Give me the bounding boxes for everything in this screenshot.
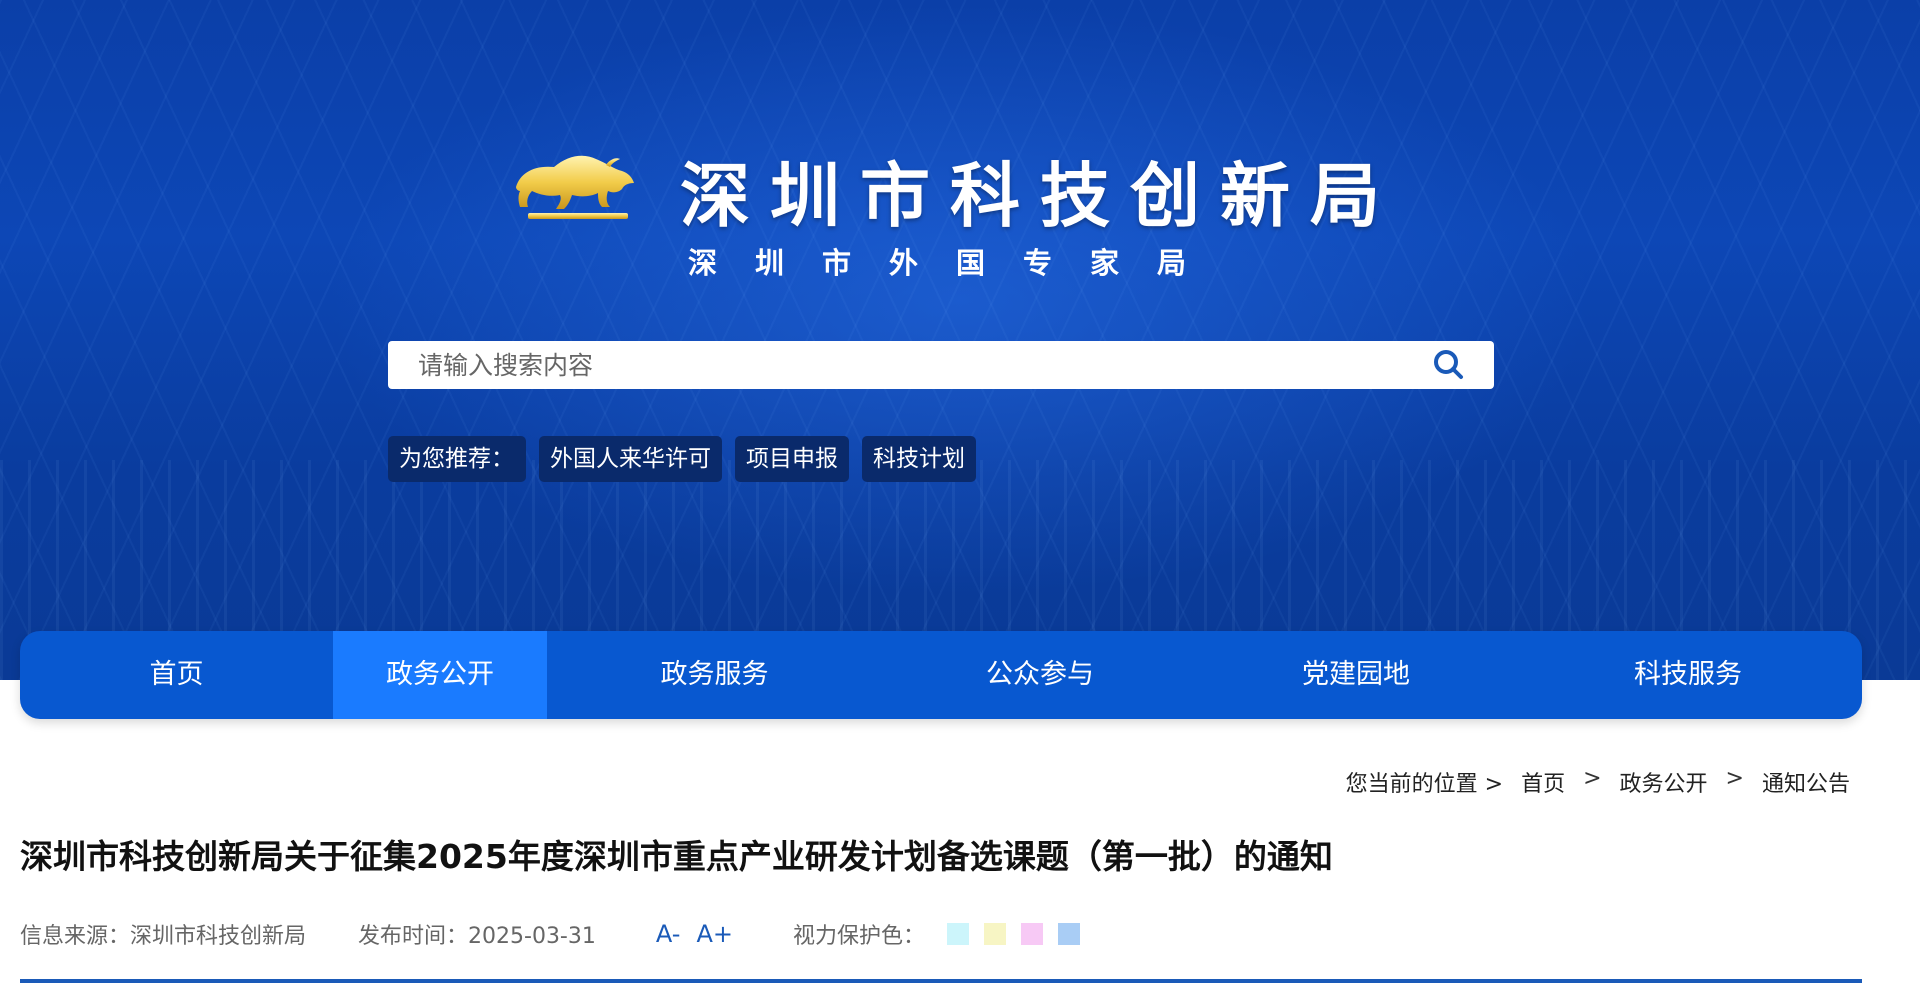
header-banner: 深圳市科技创新局 深圳市外国专家局 为您推荐： 外国人来华许可 项目申报 科技计… xyxy=(0,0,1920,680)
bull-logo-icon xyxy=(510,145,640,225)
nav-item-home[interactable]: 首页 xyxy=(20,631,333,719)
recommend-label: 为您推荐： xyxy=(388,436,526,482)
eye-color-swatch-blue[interactable] xyxy=(1057,923,1080,945)
font-smaller-button[interactable]: A- xyxy=(656,920,681,948)
breadcrumb-separator: > xyxy=(1725,766,1744,791)
font-larger-button[interactable]: A+ xyxy=(696,920,733,948)
breadcrumb-prefix: 您当前的位置 > xyxy=(1345,772,1504,797)
breadcrumb: 您当前的位置 > 首页 > 政务公开 > 通知公告 xyxy=(1346,766,1850,798)
eye-color-swatch-yellow[interactable] xyxy=(983,923,1006,945)
eye-protection-label: 视力保护色： xyxy=(792,924,925,949)
search-icon xyxy=(1434,350,1463,379)
article-publish-date: 发布时间：2025-03-31 xyxy=(358,924,596,949)
site-subtitle: 深圳市外国专家局 xyxy=(688,246,1225,280)
breadcrumb-notices[interactable]: 通知公告 xyxy=(1762,766,1850,798)
article-title: 深圳市科技创新局关于征集2025年度深圳市重点产业研发计划备选课题（第一批）的通… xyxy=(20,837,1333,876)
eye-color-swatch-pink[interactable] xyxy=(1020,923,1043,945)
article-meta: 信息来源：深圳市科技创新局 发布时间：2025-03-31 A- A+ 视力保护… xyxy=(20,918,1095,950)
nav-item-party-building[interactable]: 党建园地 xyxy=(1198,631,1514,719)
main-nav: 首页 政务公开 政务服务 公众参与 党建园地 科技服务 xyxy=(20,631,1862,719)
eye-color-swatch-cyan[interactable] xyxy=(946,923,969,945)
breadcrumb-government-affairs-open[interactable]: 政务公开 xyxy=(1620,766,1708,798)
search-bar xyxy=(388,341,1494,389)
recommend-tag-tech-plan[interactable]: 科技计划 xyxy=(862,436,976,482)
nav-item-public-participation[interactable]: 公众参与 xyxy=(882,631,1198,719)
nav-item-tech-services[interactable]: 科技服务 xyxy=(1514,631,1862,719)
site-title: 深圳市科技创新局 xyxy=(680,154,1400,237)
recommend-tag-project-application[interactable]: 项目申报 xyxy=(735,436,849,482)
search-input[interactable] xyxy=(388,341,1404,389)
search-button[interactable] xyxy=(1404,341,1494,389)
breadcrumb-separator: > xyxy=(1583,766,1602,791)
nav-item-government-services[interactable]: 政务服务 xyxy=(547,631,882,719)
recommend-tag-foreigner-permit[interactable]: 外国人来华许可 xyxy=(539,436,722,482)
recommend-bar: 为您推荐： 外国人来华许可 项目申报 科技计划 xyxy=(388,436,976,482)
breadcrumb-home[interactable]: 首页 xyxy=(1521,766,1565,798)
article-source: 信息来源：深圳市科技创新局 xyxy=(20,924,307,949)
nav-item-government-affairs-open[interactable]: 政务公开 xyxy=(333,631,547,719)
article-divider xyxy=(20,979,1862,983)
